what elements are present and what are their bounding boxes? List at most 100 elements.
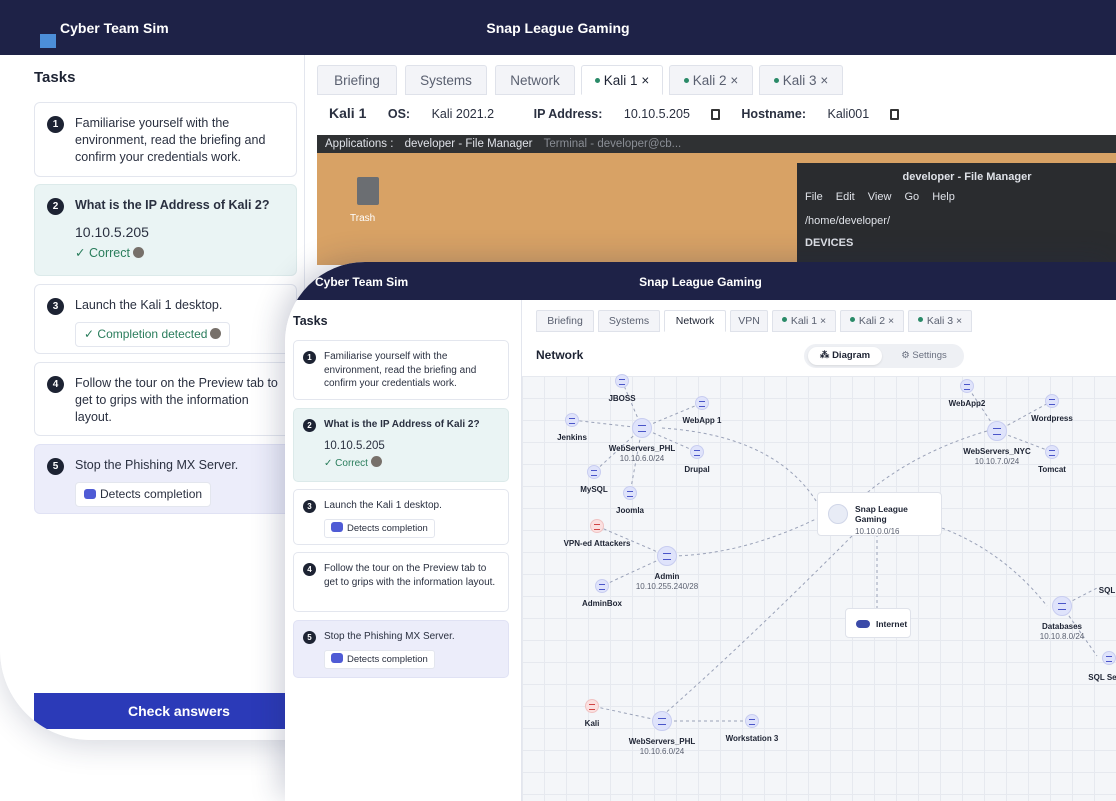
node-label: WebApp 1 (682, 416, 722, 425)
copy-icon[interactable] (710, 109, 720, 120)
network-panel: Briefing Systems Network VPN Kali 1 × Ka… (522, 300, 1116, 801)
kali-icon[interactable] (585, 699, 599, 713)
tab-network[interactable]: Network (664, 310, 726, 332)
tab-kali-1[interactable]: Kali 1 × (581, 65, 663, 95)
settings-toggle[interactable]: ⚙ Settings (888, 347, 960, 365)
copy-icon[interactable] (890, 109, 900, 120)
task-text: Launch the Kali 1 desktop. (324, 500, 442, 511)
task-number: 4 (47, 376, 64, 393)
correct-status: ✓ Correct (324, 456, 500, 471)
server-icon[interactable] (587, 465, 601, 479)
server-icon[interactable] (1045, 394, 1059, 408)
tab-systems[interactable]: Systems (598, 310, 660, 332)
task-5[interactable]: 5 Stop the Phishing MX Server. Detects c… (34, 444, 297, 514)
tasks-heading: Tasks (293, 314, 328, 328)
node-name: Databases (1041, 622, 1083, 631)
node-subnet: 10.10.0.0/16 (855, 527, 900, 536)
network-diagram[interactable]: JBOSS WebApp 1 Jenkins WebServers_PHL 10.… (522, 374, 1116, 801)
robot-icon (331, 652, 343, 663)
robot-icon (331, 521, 343, 532)
diagram-toggle[interactable]: ⁂ Diagram (808, 347, 882, 365)
node-name-text: Internet (876, 619, 908, 629)
internet-node[interactable]: Internet (845, 608, 911, 638)
file-manager-window[interactable]: developer - File Manager File Edit View … (797, 163, 1116, 265)
check-icon: ✓ (324, 458, 333, 469)
node-label: VPN-ed Attackers (563, 539, 631, 548)
fm-path[interactable]: /home/developer/ (797, 203, 1116, 227)
tab-kali-2[interactable]: Kali 2 × (669, 65, 753, 95)
applications-menu[interactable]: Applications : (325, 138, 393, 150)
server-icon[interactable] (623, 486, 637, 500)
tab-kali-3[interactable]: Kali 3 × (759, 65, 843, 95)
server-group-icon[interactable] (1052, 596, 1072, 616)
server-group-icon[interactable] (652, 711, 672, 731)
node-label: SQL (1098, 586, 1116, 595)
completion-badge: Detects completion (324, 518, 435, 538)
task-question: What is the IP Address of Kali 2? (75, 198, 270, 212)
server-icon[interactable] (960, 379, 974, 393)
robot-icon (84, 489, 96, 499)
server-group-icon[interactable] (987, 421, 1007, 441)
title-bar: Cyber Team Sim Snap League Gaming (0, 0, 1116, 55)
server-group-icon[interactable] (657, 546, 677, 566)
status-text: Correct (88, 246, 130, 260)
node-name: Admin (654, 572, 680, 581)
node-name: WebServers_PHL (628, 737, 696, 746)
node-label: WebApp2 (948, 399, 986, 408)
cloud-icon (856, 620, 870, 628)
task-2[interactable]: 2 What is the IP Address of Kali 2? 10.1… (293, 408, 509, 482)
view-toggle: ⁂ Diagram ⚙ Settings (804, 344, 964, 368)
task-1[interactable]: 1 Familiarise yourself with the environm… (293, 340, 509, 400)
tab-kali-3[interactable]: Kali 3 × (908, 310, 972, 332)
status-text: Completion detected (97, 327, 208, 341)
tab-systems[interactable]: Systems (405, 65, 487, 95)
task-4[interactable]: 4 Follow the tour on the Preview tab to … (34, 362, 297, 436)
check-answers-button[interactable]: Check answers (34, 693, 324, 729)
ip-label: IP Address: (533, 107, 603, 121)
trash-icon[interactable] (357, 177, 379, 205)
task-2[interactable]: 2 What is the IP Address of Kali 2? 10.1… (34, 184, 297, 276)
tab-kali-2[interactable]: Kali 2 × (840, 310, 904, 332)
server-group-icon[interactable] (632, 418, 652, 438)
task-text: Stop the Phishing MX Server. (75, 458, 239, 472)
correct-status: ✓ Correct (75, 245, 284, 262)
node-label: Jenkins (557, 433, 587, 442)
server-icon[interactable] (595, 579, 609, 593)
task-4[interactable]: 4 Follow the tour on the Preview tab to … (293, 552, 509, 612)
server-icon[interactable] (565, 413, 579, 427)
task-3[interactable]: 3 Launch the Kali 1 desktop. Detects com… (293, 489, 509, 545)
task-text: Stop the Phishing MX Server. (324, 631, 455, 642)
server-icon[interactable] (690, 445, 704, 459)
hostname-value: Kali001 (827, 107, 870, 121)
node-label: Drupal (684, 465, 710, 474)
check-icon: ✓ (84, 327, 95, 341)
server-icon[interactable] (695, 396, 709, 410)
task-3[interactable]: 3 Launch the Kali 1 desktop. ✓ Completio… (34, 284, 297, 354)
node-label: Admin 10.10.255.240/28 (636, 572, 698, 592)
fm-menu[interactable]: File Edit View Go Help (797, 191, 1116, 203)
tab-label: Kali 3 × (782, 73, 829, 88)
kali-desktop[interactable]: Applications : developer - File Manager … (317, 135, 1116, 265)
task-5[interactable]: 5 Stop the Phishing MX Server. Detects c… (293, 620, 509, 678)
tab-briefing[interactable]: Briefing (536, 310, 594, 332)
server-icon[interactable] (745, 714, 759, 728)
snap-league-gaming-node[interactable]: Snap League Gaming 10.10.0.0/16 (817, 492, 942, 536)
server-icon[interactable] (1102, 651, 1116, 665)
server-icon[interactable] (615, 374, 629, 388)
tab-network[interactable]: Network (495, 65, 575, 95)
host-info-bar: Kali 1 OS: Kali 2021.2 IP Address: 10.10… (329, 105, 917, 121)
task-number: 1 (303, 351, 316, 364)
node-label: MySQL (580, 485, 608, 494)
taskbar-terminal[interactable]: Terminal - developer@cb... (544, 138, 682, 150)
server-icon[interactable] (1045, 445, 1059, 459)
tab-kali-1[interactable]: Kali 1 × (772, 310, 836, 332)
task-1[interactable]: 1 Familiarise yourself with the environm… (34, 102, 297, 177)
status-dot (773, 78, 779, 83)
task-text: Launch the Kali 1 desktop. (75, 298, 223, 312)
tab-briefing[interactable]: Briefing (317, 65, 397, 95)
tab-vpn[interactable]: VPN (730, 310, 768, 332)
taskbar-file-manager[interactable]: developer - File Manager (405, 138, 533, 150)
tab-label: Kali 2 × (692, 73, 739, 88)
attacker-icon[interactable] (590, 519, 604, 533)
task-text: Familiarise yourself with the environmen… (324, 351, 477, 389)
